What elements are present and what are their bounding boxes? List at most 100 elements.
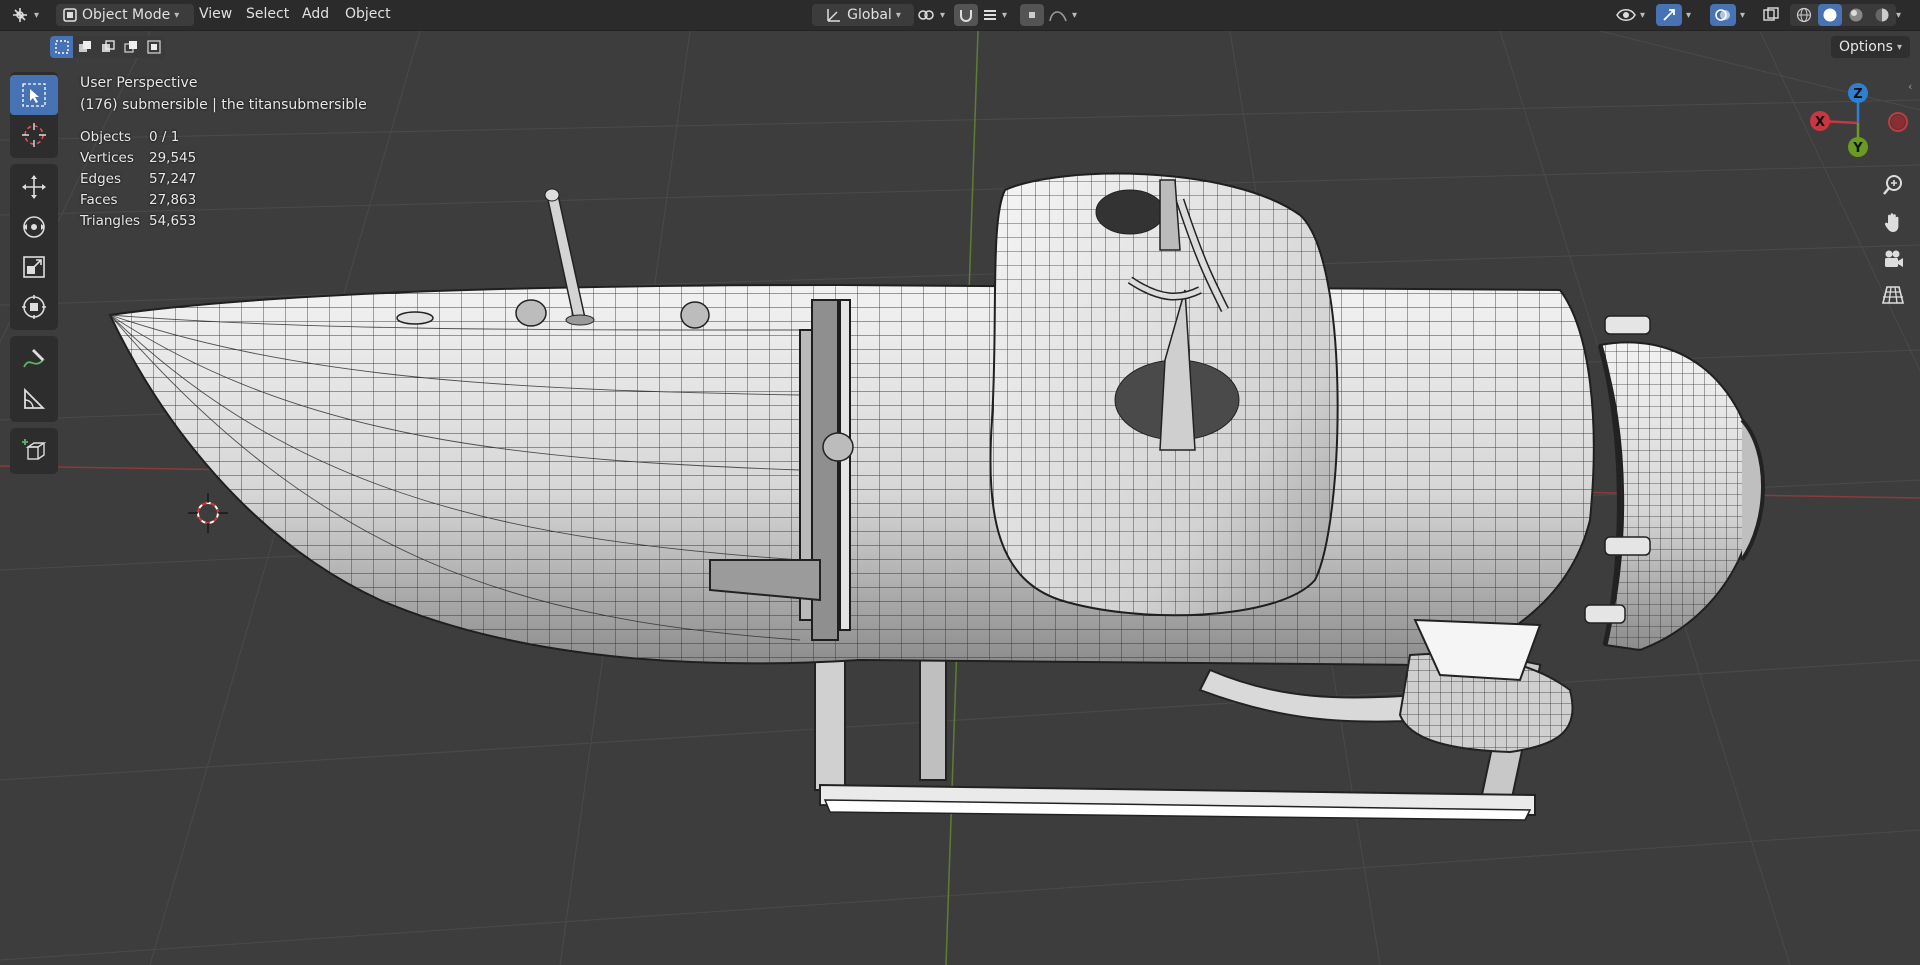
toolbar-group-annotate <box>10 336 58 422</box>
zoom-button[interactable] <box>1876 168 1910 202</box>
select-invert-button[interactable] <box>119 36 142 58</box>
material-shading-button[interactable] <box>1844 4 1868 26</box>
camera-icon <box>1885 250 1903 267</box>
pan-button[interactable] <box>1876 206 1910 240</box>
sidebar-toggle-arrow[interactable]: ‹ <box>1908 80 1918 94</box>
stat-row: Objects 0 / 1 <box>80 127 196 148</box>
magnet-icon <box>960 10 972 22</box>
rendered-shading-button[interactable] <box>1870 4 1894 26</box>
stat-label: Vertices <box>80 150 134 166</box>
add-cube-icon <box>22 439 47 460</box>
pivot-link-icon <box>918 10 934 20</box>
select-intersect-icon <box>146 40 161 54</box>
submersible-model[interactable] <box>108 172 1765 821</box>
select-new-button[interactable] <box>50 36 73 58</box>
proportional-editing-toggle[interactable] <box>1020 4 1044 26</box>
shading-options-dropdown[interactable]: ▾ <box>1896 4 1901 26</box>
collection-info: (176) submersible | the titansubmersible <box>80 97 367 113</box>
navigation-gizmo[interactable]: Z X Y <box>1805 78 1915 160</box>
menu-add[interactable]: Add <box>302 6 329 22</box>
select-subtract-icon <box>101 40 115 52</box>
stat-label: Triangles <box>80 213 141 229</box>
transform-orientation-dropdown[interactable]: Global ▾ <box>812 4 914 26</box>
select-subtract-button[interactable] <box>96 36 119 58</box>
add-cube-tool[interactable] <box>10 431 58 471</box>
falloff-curve-icon <box>1049 11 1067 22</box>
shading-modes <box>1790 4 1896 26</box>
select-box-icon <box>22 83 46 107</box>
stat-value: 29,545 <box>149 150 197 166</box>
mode-selector[interactable]: Object Mode ▾ <box>56 4 194 26</box>
measure-icon <box>24 387 46 409</box>
ortho-grid-icon <box>1881 286 1905 304</box>
orientation-axes-icon <box>827 9 841 22</box>
annotate-icon <box>23 349 45 368</box>
snap-toggle[interactable] <box>954 4 978 26</box>
overlays-toggle[interactable] <box>1710 4 1736 26</box>
solid-shading-button[interactable] <box>1818 4 1842 26</box>
select-intersect-button[interactable] <box>142 36 165 58</box>
stat-label: Edges <box>80 171 122 187</box>
toolbar-group-add <box>10 428 58 474</box>
editor-type-icon <box>13 8 27 22</box>
scale-tool[interactable] <box>10 247 58 287</box>
cursor-icon <box>22 123 46 147</box>
pivot-point-dropdown[interactable]: ▾ <box>916 4 945 26</box>
3d-cursor-icon[interactable] <box>188 493 228 533</box>
stat-row: Vertices 29,545 <box>80 148 196 169</box>
annotate-tool[interactable] <box>10 339 58 379</box>
cursor-tool[interactable] <box>10 115 58 155</box>
mode-label: Object Mode <box>82 7 171 23</box>
options-label: Options <box>1838 39 1893 55</box>
falloff-dropdown[interactable]: ▾ <box>1048 4 1077 26</box>
stat-label: Objects <box>80 129 132 145</box>
rotate-tool[interactable] <box>10 207 58 247</box>
gizmo-y-label: Y <box>1852 141 1863 156</box>
menu-object[interactable]: Object <box>345 6 391 22</box>
visibility-dropdown[interactable]: ▾ <box>1616 4 1645 26</box>
select-invert-icon <box>123 41 137 53</box>
gizmo-toggle[interactable] <box>1656 4 1682 26</box>
wireframe-shading-button[interactable] <box>1792 4 1816 26</box>
stat-row: Faces 27,863 <box>80 190 196 211</box>
measure-tool[interactable] <box>10 379 58 419</box>
top-pod <box>989 172 1339 617</box>
options-dropdown[interactable]: Options ▾ <box>1830 36 1910 58</box>
select-extend-button[interactable] <box>73 36 96 58</box>
camera-view-button[interactable] <box>1876 242 1910 276</box>
material-sphere-icon <box>1849 8 1863 22</box>
rotate-icon <box>23 216 45 238</box>
selection-mode-buttons <box>50 36 165 58</box>
menu-select[interactable]: Select <box>246 6 289 22</box>
view-info: User Perspective (176) submersible | the… <box>80 72 367 116</box>
3d-viewport[interactable] <box>0 31 1920 965</box>
select-new-icon <box>54 40 69 54</box>
orientation-label: Global <box>847 7 892 23</box>
gizmo-x-label: X <box>1815 115 1825 130</box>
transform-tool[interactable] <box>10 287 58 327</box>
stat-value: 54,653 <box>149 213 197 229</box>
viewport-header: ▾ Object Mode ▾ View Select Add Object G… <box>0 0 1920 31</box>
stat-value: 27,863 <box>149 192 197 208</box>
scene-statistics: Objects 0 / 1 Vertices 29,545 Edges 57,247 … <box>80 127 196 232</box>
select-box-tool[interactable] <box>10 75 58 115</box>
gizmo-dropdown[interactable]: ▾ <box>1686 4 1691 26</box>
move-icon <box>22 175 46 199</box>
wireframe-sphere-icon <box>1796 7 1812 23</box>
proportional-dot-icon <box>1029 12 1035 18</box>
snap-target-dropdown[interactable]: ▾ <box>982 4 1007 26</box>
toolbar-group-transform <box>10 164 58 330</box>
stat-row: Edges 57,247 <box>80 169 196 190</box>
overlays-dropdown[interactable]: ▾ <box>1740 4 1745 26</box>
toolbar <box>10 72 58 480</box>
xray-toggle[interactable] <box>1762 4 1780 26</box>
rendered-sphere-icon <box>1875 8 1889 22</box>
xray-icon <box>1763 7 1779 21</box>
solid-sphere-icon <box>1823 8 1837 22</box>
ortho-toggle-button[interactable] <box>1876 278 1910 312</box>
view-name: User Perspective <box>80 75 198 91</box>
gizmo-arrow-icon <box>1663 9 1675 21</box>
menu-view[interactable]: View <box>199 6 232 22</box>
editor-type-button[interactable]: ▾ <box>10 4 39 26</box>
move-tool[interactable] <box>10 167 58 207</box>
